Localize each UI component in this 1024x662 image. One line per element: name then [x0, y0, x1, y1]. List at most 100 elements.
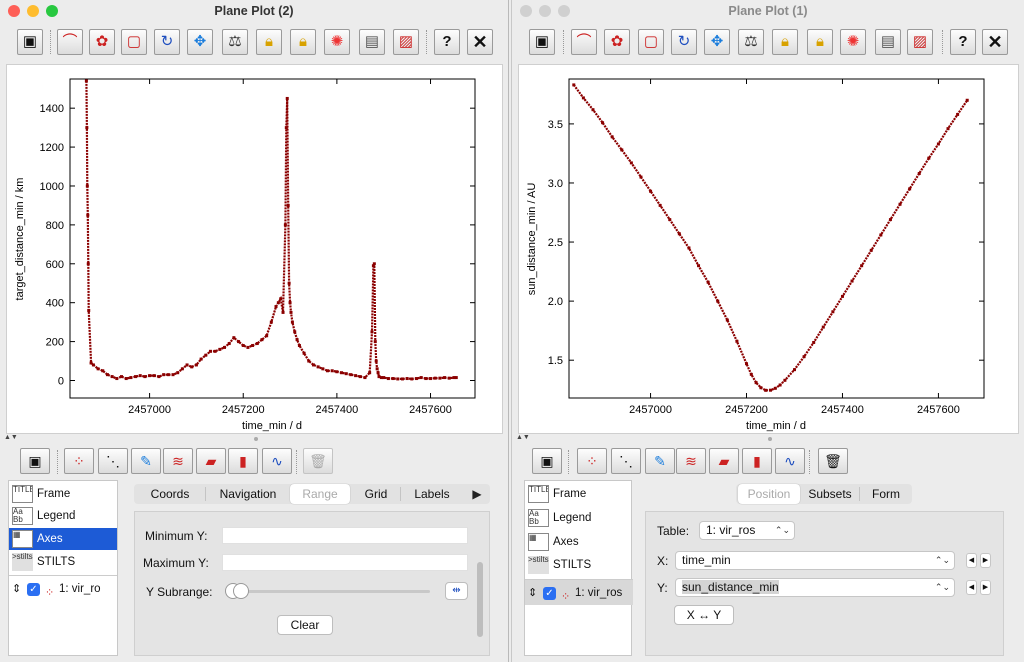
x-column-selector[interactable]: time_min ⌃⌄ [675, 551, 955, 570]
control-item-axes[interactable]: ▦ Axes [9, 528, 117, 550]
y-prev-icon[interactable]: ◀ [966, 580, 977, 595]
subset-blob-icon[interactable]: ✿ [89, 29, 115, 55]
lock-color-icon[interactable]: 🔒︎ [807, 29, 833, 55]
export-image-icon[interactable]: ▨ [907, 29, 933, 55]
splitter[interactable]: ▲▼ [512, 434, 1024, 446]
y-next-icon[interactable]: ▶ [980, 580, 991, 595]
subrange-max-handle[interactable] [233, 583, 249, 599]
plot-panel[interactable]: 2457000 2457200 2457400 2457600 0 200 400 600 8… [6, 64, 503, 434]
tab-navigation[interactable]: Navigation [208, 484, 288, 504]
x-next-icon[interactable]: ▶ [980, 553, 991, 568]
lock-icon[interactable]: 🔒︎ [256, 29, 282, 55]
add-pairs-icon[interactable]: ⋱ [98, 448, 128, 474]
tab-position[interactable]: Position [738, 484, 800, 504]
display-window-icon[interactable]: ▣ [532, 448, 562, 474]
add-function-icon[interactable]: ∿ [262, 448, 292, 474]
help-icon[interactable]: ? [434, 29, 460, 55]
help-icon[interactable]: ? [950, 29, 976, 55]
delete-layer-icon[interactable]: 🗑︎ [303, 448, 333, 474]
rescale-icon[interactable]: ↻ [671, 29, 697, 55]
toolbar-separator [942, 30, 944, 54]
tab-range[interactable]: Range [290, 484, 350, 504]
swap-xy-button[interactable]: X ↔ Y [674, 605, 734, 625]
x-axis-label: time_min / d [746, 420, 806, 432]
add-lines-icon[interactable]: ≋ [163, 448, 193, 474]
add-histogram-icon[interactable]: ▮ [228, 448, 258, 474]
display-window-icon[interactable]: ▣ [20, 448, 50, 474]
control-item-stilts[interactable]: >stilts STILTS [9, 551, 117, 573]
panel-scrollbar[interactable] [477, 562, 483, 637]
min-y-field[interactable] [222, 527, 468, 544]
add-points-icon[interactable]: ⁘ [64, 448, 94, 474]
subset-blob-icon[interactable]: ✿ [604, 29, 630, 55]
control-item-frame[interactable]: TITLE Frame [9, 483, 117, 505]
control-item-frame[interactable]: TITLE Frame [525, 483, 633, 505]
subrange-reset-icon[interactable]: ⇹ [445, 582, 468, 600]
rescale-icon[interactable]: ↻ [154, 29, 180, 55]
control-item-legend[interactable]: Aa Bb Legend [525, 507, 633, 529]
heatmap-icon[interactable]: ✺ [840, 29, 866, 55]
display-window-icon[interactable]: ▣ [529, 29, 555, 55]
export-image-icon[interactable]: ▨ [393, 29, 419, 55]
minimize-window-button[interactable] [27, 5, 39, 17]
close-window-button[interactable] [520, 5, 532, 17]
zoom-window-button[interactable] [558, 5, 570, 17]
tab-grid[interactable]: Grid [354, 484, 398, 504]
legend-icon[interactable]: ▤ [359, 29, 385, 55]
add-pairs-icon[interactable]: ⋱ [611, 448, 641, 474]
add-histogram-icon[interactable]: ▮ [742, 448, 772, 474]
subset-rect-icon[interactable]: ▢ [638, 29, 664, 55]
max-y-field[interactable] [222, 554, 468, 571]
measure-icon[interactable]: ⚖ [222, 29, 248, 55]
lock-color-icon[interactable]: 🔒︎ [290, 29, 316, 55]
x-prev-icon[interactable]: ◀ [966, 553, 977, 568]
tabs-scroll-right-icon[interactable]: ▶ [466, 484, 488, 504]
tab-subsets[interactable]: Subsets [804, 484, 856, 504]
zoom-window-button[interactable] [46, 5, 58, 17]
add-area-icon[interactable]: ▰ [196, 448, 226, 474]
delete-layer-icon[interactable]: 🗑︎ [818, 448, 848, 474]
tab-coords[interactable]: Coords [138, 484, 202, 504]
table-selector[interactable]: 1: vir_ros ⌃⌄ [699, 521, 795, 540]
add-area-icon[interactable]: ▰ [709, 448, 739, 474]
plot-panel[interactable]: 2457000 2457200 2457400 2457600 1.5 2.0 2.5 3.… [518, 64, 1019, 434]
chart-sun-distance[interactable]: 2457000 2457200 2457400 2457600 1.5 2.0 2.5 3.… [519, 65, 1020, 435]
chart-target-distance[interactable]: 2457000 2457200 2457400 2457600 0 200 400 600 8… [7, 65, 504, 435]
y-column-selector[interactable]: sun_distance_min ⌃⌄ [675, 578, 955, 597]
tab-form[interactable]: Form [862, 484, 910, 504]
reorder-icon[interactable]: ⇕ [528, 580, 537, 605]
subset-rect-icon[interactable]: ▢ [121, 29, 147, 55]
add-lines-icon[interactable]: ≋ [676, 448, 706, 474]
add-function-icon[interactable]: ∿ [775, 448, 805, 474]
add-marks-icon[interactable]: ✎ [645, 448, 675, 474]
plot-style-icon[interactable]: ⌒ [571, 29, 597, 55]
navigate-icon[interactable]: ✥ [704, 29, 730, 55]
clear-button[interactable]: Clear [277, 615, 333, 635]
add-marks-icon[interactable]: ✎ [131, 448, 161, 474]
plot-style-icon[interactable]: ⌒ [57, 29, 83, 55]
measure-icon[interactable]: ⚖ [738, 29, 764, 55]
layer-checkbox[interactable]: ✓ [27, 583, 40, 596]
minimize-window-button[interactable] [539, 5, 551, 17]
lock-icon[interactable]: 🔒︎ [772, 29, 798, 55]
close-icon[interactable]: ✕ [467, 29, 493, 55]
layer-row[interactable]: ⇕ ✓ ⁘ 1: vir_ros [525, 579, 633, 605]
control-item-legend[interactable]: Aa Bb Legend [9, 505, 117, 527]
heatmap-icon[interactable]: ✺ [324, 29, 350, 55]
control-list: TITLE Frame Aa Bb Legend ▦ Axes >stilts STIL… [8, 480, 118, 656]
control-item-stilts[interactable]: >stilts STILTS [525, 554, 633, 576]
layer-checkbox[interactable]: ✓ [543, 587, 556, 600]
close-window-button[interactable] [8, 5, 20, 17]
layer-row[interactable]: ⇕ ✓ ⁘ 1: vir_ro [9, 575, 117, 601]
control-item-axes[interactable]: ▦ Axes [525, 531, 633, 553]
display-window-icon[interactable]: ▣ [17, 29, 43, 55]
close-icon[interactable]: ✕ [982, 29, 1008, 55]
legend-icon[interactable]: ▤ [875, 29, 901, 55]
tab-labels[interactable]: Labels [404, 484, 460, 504]
x-tick-label: 2457600 [917, 404, 960, 416]
add-points-icon[interactable]: ⁘ [577, 448, 607, 474]
splitter[interactable]: ▲▼ [0, 434, 508, 446]
navigate-icon[interactable]: ✥ [187, 29, 213, 55]
reorder-icon[interactable]: ⇕ [12, 576, 21, 601]
y-subrange-slider[interactable] [225, 590, 430, 593]
